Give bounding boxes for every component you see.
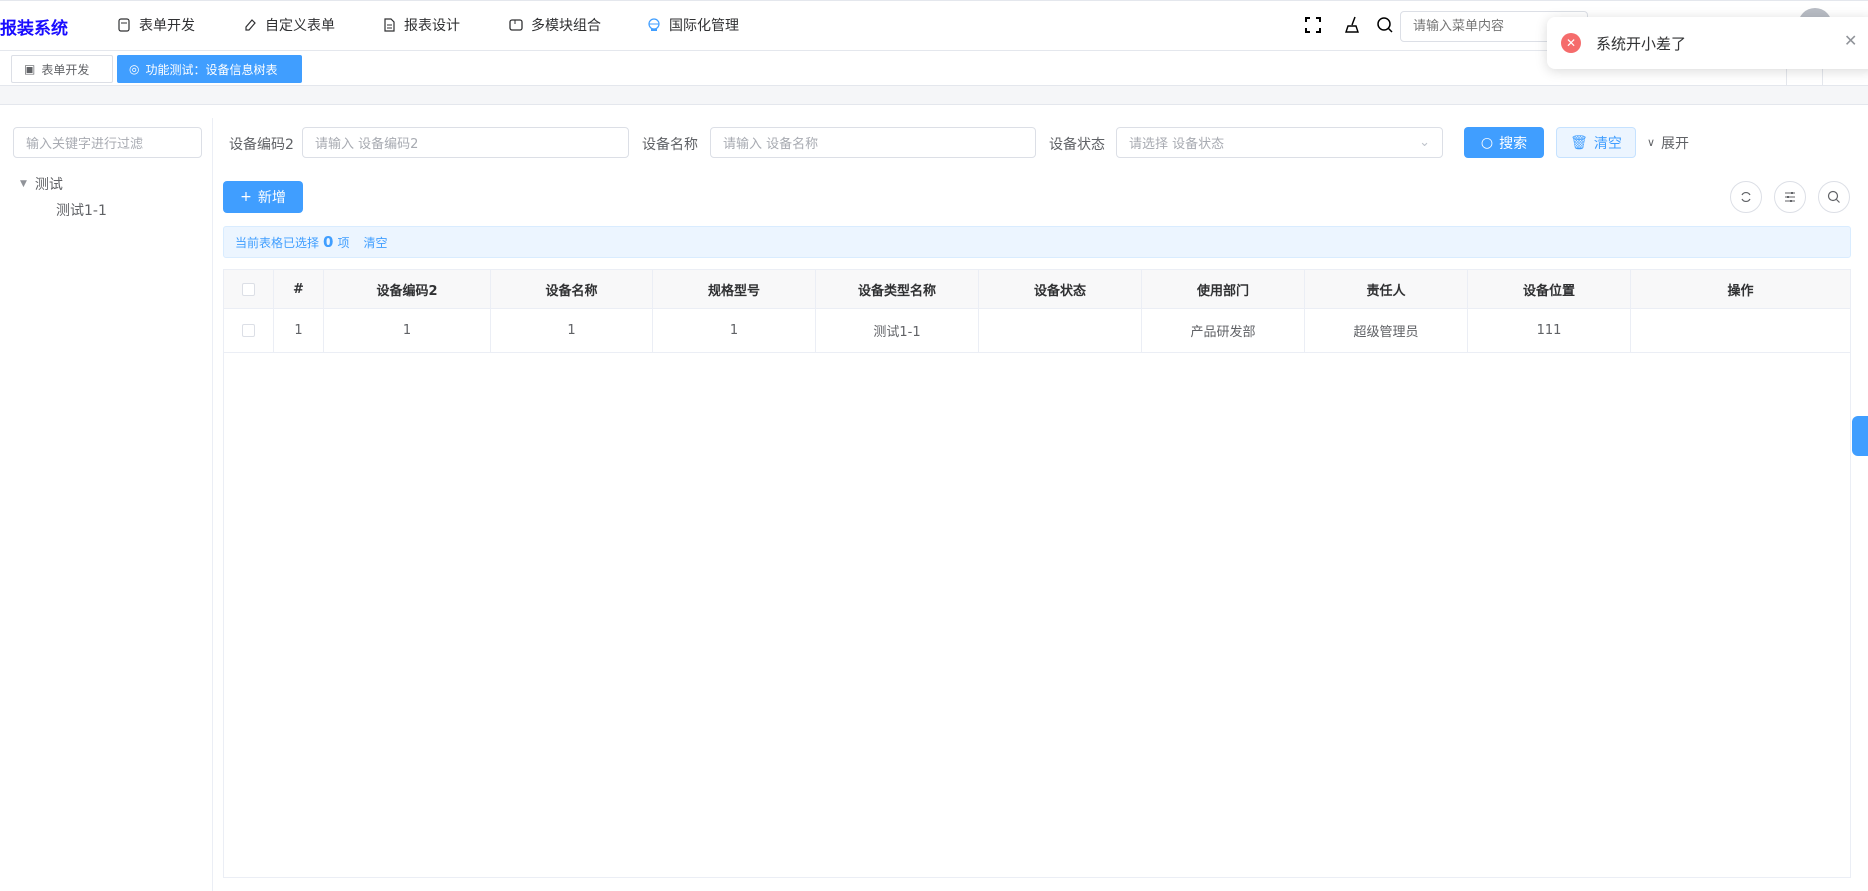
column-header: 规格型号 <box>653 270 816 308</box>
button-label: 搜索 <box>1499 135 1528 152</box>
column-header: 设备位置 <box>1468 270 1631 308</box>
chevron-down-icon: ∨ <box>1646 136 1656 149</box>
clear-button[interactable]: 🗑︎ 清空 <box>1556 127 1636 158</box>
field-label: 设备编码2 <box>229 137 294 153</box>
edit-icon <box>245 19 256 31</box>
selection-count: 0 <box>323 233 334 251</box>
expand-button[interactable]: ∨ 展开 <box>1643 127 1693 158</box>
broom-icon[interactable] <box>1344 16 1362 34</box>
form-icon <box>118 18 130 32</box>
table-cell: 1 <box>491 309 653 352</box>
device-code-input[interactable]: 请输入 设备编码2 <box>302 127 629 158</box>
column-header: 责任人 <box>1305 270 1468 308</box>
nav-item-multi-module[interactable]: 多模块组合 <box>509 15 601 35</box>
table-cell <box>979 309 1142 352</box>
table-cell: 超级管理员 <box>1305 309 1468 352</box>
button-label: 新增 <box>257 190 286 206</box>
search-icon[interactable] <box>1376 16 1394 34</box>
nav-item-i18n[interactable]: 国际化管理 <box>647 15 739 35</box>
close-icon[interactable]: ✕ <box>1844 31 1857 50</box>
column-header: 设备状态 <box>979 270 1142 308</box>
tab-form-dev[interactable]: ▣ 表单开发 <box>11 55 113 83</box>
column-header: 设备类型名称 <box>816 270 979 308</box>
column-settings-button[interactable] <box>1774 181 1806 213</box>
table-cell: 111 <box>1468 309 1631 352</box>
error-toast: ✕ 系统开小差了 ✕ <box>1547 17 1868 69</box>
document-icon <box>384 18 395 32</box>
selection-prefix: 当前表格已选择 <box>235 235 320 250</box>
table-header: # 设备编码2 设备名称 规格型号 设备类型名称 设备状态 使用部门 责任人 设… <box>224 270 1850 309</box>
eye-icon: ◎ <box>129 62 140 76</box>
select-all-checkbox[interactable] <box>242 282 255 296</box>
content-gap <box>0 86 1868 105</box>
plus-icon: + <box>240 189 252 205</box>
data-table: # 设备编码2 设备名称 规格型号 设备类型名称 设备状态 使用部门 责任人 设… <box>223 269 1851 878</box>
fullscreen-icon[interactable] <box>1304 16 1322 34</box>
nav-item-form-dev[interactable]: 表单开发 <box>117 15 195 35</box>
sliders-icon <box>1785 192 1795 202</box>
app-logo[interactable]: 报装系统 <box>0 14 68 39</box>
panel-divider <box>212 118 213 891</box>
module-icon <box>509 19 523 31</box>
table-row[interactable]: 1 1 1 1 测试1-1 产品研发部 超级管理员 111 <box>224 309 1850 353</box>
caret-down-icon[interactable]: ▼ <box>20 179 27 189</box>
column-header: # <box>274 270 324 308</box>
column-header: 设备编码2 <box>324 270 491 308</box>
field-label: 设备状态 <box>1049 137 1105 153</box>
tab-label: 表单开发 <box>41 62 90 77</box>
table-cell: 1 <box>274 309 324 352</box>
device-name-input[interactable]: 请输入 设备名称 <box>710 127 1036 158</box>
nav-label: 国际化管理 <box>669 18 739 34</box>
search-button[interactable]: ○ 搜索 <box>1464 127 1544 158</box>
device-status-select[interactable]: 请选择 设备状态 ⌄ <box>1116 127 1443 158</box>
refresh-button[interactable] <box>1730 181 1762 213</box>
tree-node[interactable]: ▼ 测试 <box>20 174 63 194</box>
floating-settings-tab[interactable] <box>1852 416 1868 456</box>
search-icon: ○ <box>1480 134 1494 151</box>
table-cell: 产品研发部 <box>1142 309 1305 352</box>
table-cell: 测试1-1 <box>816 309 979 352</box>
toast-message: 系统开小差了 <box>1596 35 1687 53</box>
row-checkbox[interactable] <box>242 324 255 337</box>
nav-item-report-design[interactable]: 报表设计 <box>382 15 460 35</box>
tree-filter-input[interactable]: 输入关键字进行过滤 <box>13 127 202 158</box>
nav-label: 表单开发 <box>139 18 195 34</box>
table-cell: 1 <box>324 309 491 352</box>
select-placeholder: 请选择 设备状态 <box>1129 137 1225 152</box>
tab-device-tree[interactable]: ◎ 功能测试：设备信息树表 <box>117 55 302 83</box>
add-button[interactable]: + 新增 <box>223 181 303 213</box>
tab-label: 功能测试：设备信息树表 <box>145 62 278 77</box>
column-header: 操作 <box>1727 283 1754 299</box>
field-label: 设备名称 <box>642 137 698 153</box>
error-icon: ✕ <box>1561 33 1581 53</box>
button-label: 清空 <box>1593 135 1622 152</box>
select-all-cell <box>224 270 274 308</box>
clear-selection-link[interactable]: 清空 <box>363 234 387 251</box>
nav-item-custom-form[interactable]: 自定义表单 <box>243 15 335 35</box>
tree-node-label: 测试 <box>34 177 63 193</box>
table-cell <box>1631 309 1850 352</box>
nav-label: 多模块组合 <box>531 18 601 34</box>
tree-node-child[interactable]: 测试1-1 <box>56 200 107 220</box>
column-header: 设备名称 <box>491 270 653 308</box>
chevron-down-icon: ⌄ <box>1419 135 1430 150</box>
trash-icon: 🗑︎ <box>1570 134 1588 151</box>
selection-info-bar: 当前表格已选择 0 项 清空 <box>223 226 1851 258</box>
refresh-icon <box>1741 191 1751 203</box>
selection-suffix: 项 <box>337 235 350 250</box>
table-cell: 1 <box>653 309 816 352</box>
nav-label: 自定义表单 <box>265 18 335 34</box>
column-header: 使用部门 <box>1142 270 1305 308</box>
form-icon: ▣ <box>24 62 36 76</box>
globe-icon <box>648 18 660 31</box>
nav-label: 报表设计 <box>404 18 460 34</box>
row-select-cell <box>224 309 274 352</box>
search-icon <box>1827 190 1840 203</box>
toggle-search-button[interactable] <box>1818 181 1850 213</box>
button-label: 展开 <box>1661 135 1690 152</box>
